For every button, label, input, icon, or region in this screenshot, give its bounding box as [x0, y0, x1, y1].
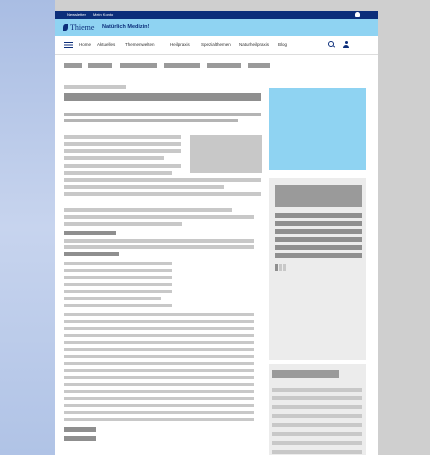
carousel-dot[interactable] [279, 264, 282, 271]
web-page: Newsletter Mein Konto Thieme Natürlich M… [55, 11, 378, 455]
sidebar-link[interactable] [272, 414, 362, 418]
text-line [64, 208, 232, 212]
sidebar-link[interactable] [272, 432, 362, 436]
text-line [64, 404, 254, 407]
list-item [64, 283, 172, 286]
teaser-text [275, 229, 362, 234]
article-lead [64, 119, 238, 122]
brand-bar: Thieme Natürlich Medizin! [55, 19, 378, 36]
text-line [64, 376, 254, 379]
nav-item-spezialthemen[interactable]: Spezialthemen [201, 42, 231, 47]
list-item [64, 304, 172, 307]
account-icon[interactable] [343, 41, 349, 48]
list-item [64, 269, 172, 272]
text-line [64, 341, 254, 344]
nav-item-blog[interactable]: Blog [278, 42, 287, 47]
nav-item-home[interactable]: Home [79, 42, 91, 47]
text-line [64, 245, 254, 249]
text-line [64, 215, 254, 219]
teaser-text [275, 245, 362, 250]
text-line [64, 390, 254, 393]
category-tab[interactable] [248, 63, 270, 68]
text-line [64, 239, 254, 243]
sidebar-link[interactable] [272, 441, 362, 445]
text-line [64, 397, 254, 400]
text-line [64, 320, 254, 323]
category-tab[interactable] [120, 63, 157, 68]
leaf-icon [63, 24, 68, 31]
nav-item-aktuelles[interactable]: Aktuelles [97, 42, 115, 47]
text-line [64, 327, 254, 330]
text-line [64, 171, 172, 175]
text-line [64, 156, 164, 160]
text-line [64, 348, 254, 351]
text-line [64, 135, 181, 139]
page-title [64, 93, 261, 101]
list-item [64, 290, 172, 293]
text-line [64, 149, 181, 153]
carousel-dot[interactable] [275, 264, 278, 271]
text-line [64, 313, 254, 316]
teaser-text [275, 213, 362, 218]
article-image [190, 135, 262, 173]
carousel-dot[interactable] [283, 264, 286, 271]
list-item [64, 297, 161, 300]
sidebar-link[interactable] [272, 396, 362, 400]
section-heading [64, 231, 116, 235]
menu-icon[interactable] [64, 42, 73, 48]
text-line [64, 142, 181, 146]
account-link[interactable]: Mein Konto [93, 12, 113, 17]
category-tab[interactable] [207, 63, 241, 68]
brand-subtitle: Natürlich Medizin! [102, 24, 150, 30]
article-lead [64, 113, 261, 116]
user-icon[interactable] [355, 12, 360, 17]
breadcrumb[interactable] [64, 85, 126, 89]
teaser-text [275, 253, 362, 258]
nav-item-themenwelten[interactable]: Themenwelten [125, 42, 155, 47]
brand-name: Thieme [70, 23, 95, 32]
text-line [64, 185, 224, 189]
brand-logo[interactable]: Thieme [63, 23, 94, 32]
text-line [64, 418, 254, 421]
teaser-text [275, 237, 362, 242]
list-item [64, 262, 172, 265]
backdrop-right [378, 0, 430, 455]
sidebar-link[interactable] [272, 450, 362, 454]
main-navigation: Home Aktuelles Themenwelten Heilpraxis S… [55, 36, 378, 55]
text-line [64, 192, 261, 196]
category-tab[interactable] [164, 63, 200, 68]
text-line [64, 411, 254, 414]
nav-item-heilpraxis[interactable]: Heilpraxis [170, 42, 190, 47]
text-line [64, 164, 181, 168]
text-line [64, 383, 254, 386]
section-heading [64, 436, 96, 441]
section-heading [64, 252, 119, 256]
text-line [64, 369, 254, 372]
text-line [64, 222, 182, 226]
top-utility-bar: Newsletter Mein Konto [55, 11, 378, 19]
category-tab[interactable] [64, 63, 82, 68]
teaser-text [275, 221, 362, 226]
text-line [64, 178, 261, 182]
backdrop-left [0, 0, 55, 455]
sidebar-heading [272, 370, 339, 378]
section-heading [64, 427, 96, 432]
text-line [64, 334, 254, 337]
sidebar-link[interactable] [272, 423, 362, 427]
text-line [64, 362, 254, 365]
sidebar-link[interactable] [272, 405, 362, 409]
list-item [64, 276, 172, 279]
search-icon[interactable] [328, 41, 334, 47]
nav-item-naturheilpraxis[interactable]: Naturheilpraxis [239, 42, 269, 47]
category-tab[interactable] [88, 63, 112, 68]
sidebar-link[interactable] [272, 388, 362, 392]
text-line [64, 355, 254, 358]
newsletter-link[interactable]: Newsletter [67, 12, 86, 17]
advertisement-banner[interactable] [269, 88, 366, 170]
teaser-image[interactable] [275, 185, 362, 207]
